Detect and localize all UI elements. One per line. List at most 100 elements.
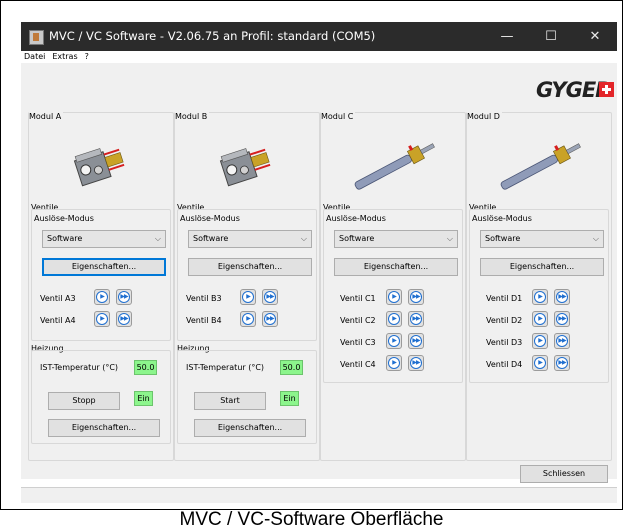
mode-select-a[interactable]: Software ⌵ xyxy=(42,230,166,248)
status-bar xyxy=(21,487,617,503)
valve-label-d3: Ventil D3 xyxy=(486,338,523,347)
mode-select-d[interactable]: Software ⌵ xyxy=(480,230,604,248)
module-b-label: Modul B xyxy=(175,112,210,121)
window-title: MVC / VC Software - V2.06.75 an Profil: … xyxy=(49,29,376,43)
valve-c2-single-button[interactable]: ▶ xyxy=(386,311,402,327)
ventile-group-d: Auslöse-Modus Software ⌵ Eigenschaften..… xyxy=(469,209,609,383)
eigenschaften-button-c[interactable]: Eigenschaften... xyxy=(334,258,458,276)
valve-d3-continuous-button[interactable]: ▶▶ xyxy=(554,333,570,349)
heated-valve-module-image xyxy=(219,148,271,187)
valve-d1-continuous-button[interactable]: ▶▶ xyxy=(554,289,570,305)
menu-extras[interactable]: Extras xyxy=(52,52,77,61)
chevron-down-icon: ⌵ xyxy=(154,234,161,243)
chevron-down-icon: ⌵ xyxy=(446,234,453,243)
valve-a3-continuous-button[interactable]: ▶▶ xyxy=(116,289,132,305)
valve-c3-single-button[interactable]: ▶ xyxy=(386,333,402,349)
fast-forward-icon: ▶▶ xyxy=(120,293,128,300)
module-a-panel: Modul A Ventile Auslöse-Modus Software ⌵… xyxy=(28,112,174,461)
play-icon: ▶ xyxy=(246,293,251,300)
temp-label-a: IST-Temperatur (°C) xyxy=(40,363,119,372)
fast-forward-icon: ▶▶ xyxy=(558,315,566,322)
close-window-button[interactable]: ✕ xyxy=(573,22,617,51)
fast-forward-icon: ▶▶ xyxy=(558,337,566,344)
valve-label-b3: Ventil B3 xyxy=(186,294,222,303)
play-icon: ▶ xyxy=(538,293,543,300)
valve-label-d4: Ventil D4 xyxy=(486,360,523,369)
fast-forward-icon: ▶▶ xyxy=(266,315,274,322)
module-a-label: Modul A xyxy=(29,112,64,121)
fast-forward-icon: ▶▶ xyxy=(120,315,128,322)
valve-d2-continuous-button[interactable]: ▶▶ xyxy=(554,311,570,327)
fast-forward-icon: ▶▶ xyxy=(266,293,274,300)
module-d-label: Modul D xyxy=(467,112,502,121)
valve-label-a3: Ventil A3 xyxy=(40,294,76,303)
valve-b3-single-button[interactable]: ▶ xyxy=(240,289,256,305)
valve-d4-single-button[interactable]: ▶ xyxy=(532,355,548,371)
eigenschaften-button-d[interactable]: Eigenschaften... xyxy=(480,258,604,276)
mode-select-c[interactable]: Software ⌵ xyxy=(334,230,458,248)
valve-a4-continuous-button[interactable]: ▶▶ xyxy=(116,311,132,327)
menu-help[interactable]: ? xyxy=(85,52,89,61)
valve-label-c4: Ventil C4 xyxy=(340,360,376,369)
temp-label-b: IST-Temperatur (°C) xyxy=(186,363,265,372)
valve-c1-single-button[interactable]: ▶ xyxy=(386,289,402,305)
valve-b4-continuous-button[interactable]: ▶▶ xyxy=(262,311,278,327)
heating-start-button-b[interactable]: Start xyxy=(194,392,266,410)
temp-value-b: 50.0 xyxy=(280,360,303,375)
needle-valve-image xyxy=(500,143,581,190)
play-icon: ▶ xyxy=(100,293,105,300)
heating-status-b: Ein xyxy=(280,391,299,406)
mode-select-b[interactable]: Software ⌵ xyxy=(188,230,312,248)
valve-a4-single-button[interactable]: ▶ xyxy=(94,311,110,327)
heating-eigenschaften-button-a[interactable]: Eigenschaften... xyxy=(48,419,160,437)
play-icon: ▶ xyxy=(392,359,397,366)
valve-d1-single-button[interactable]: ▶ xyxy=(532,289,548,305)
minimize-button[interactable]: — xyxy=(485,22,529,51)
valve-label-c3: Ventil C3 xyxy=(340,338,376,347)
heated-valve-module-image xyxy=(73,148,125,187)
valve-b3-continuous-button[interactable]: ▶▶ xyxy=(262,289,278,305)
mode-label-d: Auslöse-Modus xyxy=(472,214,532,223)
fast-forward-icon: ▶▶ xyxy=(558,359,566,366)
mode-value-a: Software xyxy=(47,234,83,243)
heating-status-a: Ein xyxy=(134,391,153,406)
play-icon: ▶ xyxy=(538,359,543,366)
valve-c4-continuous-button[interactable]: ▶▶ xyxy=(408,355,424,371)
play-icon: ▶ xyxy=(538,337,543,344)
chevron-down-icon: ⌵ xyxy=(300,234,307,243)
valve-d2-single-button[interactable]: ▶ xyxy=(532,311,548,327)
module-b-panel: Modul B Ventile Auslöse-Modus Software ⌵… xyxy=(174,112,320,461)
mode-value-d: Software xyxy=(485,234,521,243)
valve-label-b4: Ventil B4 xyxy=(186,316,222,325)
chevron-down-icon: ⌵ xyxy=(592,234,599,243)
mode-label-a: Auslöse-Modus xyxy=(34,214,94,223)
fast-forward-icon: ▶▶ xyxy=(412,337,420,344)
heating-stop-button-a[interactable]: Stopp xyxy=(48,392,120,410)
play-icon: ▶ xyxy=(392,315,397,322)
valve-d4-continuous-button[interactable]: ▶▶ xyxy=(554,355,570,371)
eigenschaften-button-a[interactable]: Eigenschaften... xyxy=(42,258,166,276)
heizung-group-a: IST-Temperatur (°C) 50.0 Stopp Ein Eigen… xyxy=(31,350,171,444)
heating-eigenschaften-button-b[interactable]: Eigenschaften... xyxy=(194,419,306,437)
figure-caption: MVC / VC-Software Oberfläche xyxy=(179,509,444,530)
maximize-button[interactable]: ☐ xyxy=(529,22,573,51)
menu-datei[interactable]: Datei xyxy=(24,52,45,61)
temp-value-a: 50.0 xyxy=(134,360,157,375)
fast-forward-icon: ▶▶ xyxy=(412,315,420,322)
app-icon xyxy=(29,30,44,45)
module-c-panel: Modul C Ventile Auslöse-Modus Software ⌵… xyxy=(320,112,466,461)
valve-b4-single-button[interactable]: ▶ xyxy=(240,311,256,327)
valve-d3-single-button[interactable]: ▶ xyxy=(532,333,548,349)
play-icon: ▶ xyxy=(246,315,251,322)
module-c-label: Modul C xyxy=(321,112,356,121)
valve-c2-continuous-button[interactable]: ▶▶ xyxy=(408,311,424,327)
valve-a3-single-button[interactable]: ▶ xyxy=(94,289,110,305)
valve-c4-single-button[interactable]: ▶ xyxy=(386,355,402,371)
needle-valve-image xyxy=(354,143,435,190)
valve-c1-continuous-button[interactable]: ▶▶ xyxy=(408,289,424,305)
valve-c3-continuous-button[interactable]: ▶▶ xyxy=(408,333,424,349)
eigenschaften-button-b[interactable]: Eigenschaften... xyxy=(188,258,312,276)
mode-value-b: Software xyxy=(193,234,229,243)
schliessen-button[interactable]: Schliessen xyxy=(520,465,608,483)
mode-label-b: Auslöse-Modus xyxy=(180,214,240,223)
